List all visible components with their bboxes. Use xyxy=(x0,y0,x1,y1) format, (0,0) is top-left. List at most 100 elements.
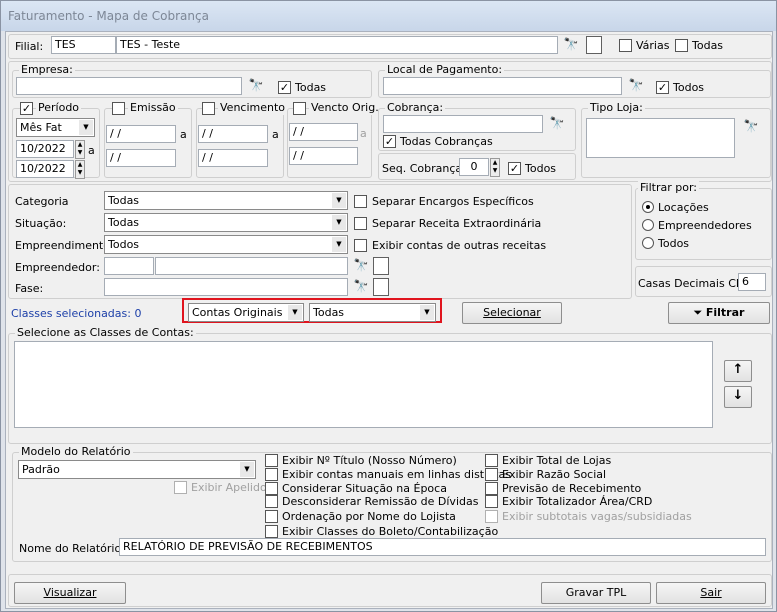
binoculars-icon[interactable]: 🔭 xyxy=(246,76,266,96)
fase-input[interactable] xyxy=(104,278,348,296)
emissao-legend: Emissão xyxy=(128,101,178,115)
gravar-tpl-button[interactable]: Gravar TPL xyxy=(541,582,651,604)
empreendedor-name-input[interactable] xyxy=(155,257,348,275)
binoculars-icon[interactable]: 🔭 xyxy=(741,117,761,137)
emissao-to-input[interactable]: / / xyxy=(106,149,176,167)
vencimento-from-input[interactable]: / / xyxy=(198,125,268,143)
periodo-to-input[interactable]: 10/2022 xyxy=(16,160,74,178)
emissao-a-label: a xyxy=(180,128,187,141)
empreendimento-combo[interactable]: Todos ▼ xyxy=(104,235,348,254)
document-icon[interactable] xyxy=(586,36,602,54)
classes-list[interactable] xyxy=(14,341,713,428)
classes-todas-combo[interactable]: Todas ▼ xyxy=(309,303,436,322)
visualizar-label: Visualizar xyxy=(43,586,97,599)
separar-receita-checkbox[interactable] xyxy=(354,217,367,230)
chevron-down-icon: ▼ xyxy=(420,305,434,320)
vencto-orig-group xyxy=(287,108,372,178)
separar-encargos-checkbox[interactable] xyxy=(354,195,367,208)
radio-locacoes[interactable] xyxy=(642,201,654,213)
opt-left-5-checkbox[interactable] xyxy=(265,525,278,538)
situacao-combo[interactable]: Todas ▼ xyxy=(104,213,348,232)
seq-todos-label: Todos xyxy=(525,162,557,175)
visualizar-button[interactable]: Visualizar xyxy=(14,582,126,604)
filtrar-button[interactable]: ⏷ Filtrar xyxy=(668,302,770,324)
vencto-orig-legend: Vencto Orig. xyxy=(309,101,381,115)
categoria-combo[interactable]: Todas ▼ xyxy=(104,191,348,210)
emissao-from-input[interactable]: / / xyxy=(106,125,176,143)
nome-relatorio-input[interactable]: RELATÓRIO DE PREVISÃO DE RECEBIMENTOS xyxy=(119,538,766,556)
chevron-down-icon: ▼ xyxy=(79,120,93,135)
binoculars-icon[interactable]: 🔭 xyxy=(626,76,646,96)
exibir-outras-checkbox[interactable] xyxy=(354,239,367,252)
filtrar-por-legend: Filtrar por: xyxy=(638,181,699,195)
vencimento-group xyxy=(196,108,284,178)
opt-left-4-label: Ordenação por Nome do Lojista xyxy=(282,510,456,523)
opt-left-4-checkbox[interactable] xyxy=(265,510,278,523)
vencto-orig-checkbox[interactable] xyxy=(293,102,306,115)
chevron-down-icon: ▼ xyxy=(332,215,346,230)
seq-todos-checkbox[interactable]: ✓ xyxy=(508,162,521,175)
vencimento-legend: Vencimento xyxy=(218,101,288,115)
cobranca-legend: Cobrança: xyxy=(385,101,446,115)
binoculars-icon[interactable]: 🔭 xyxy=(351,277,371,297)
binoculars-icon[interactable]: 🔭 xyxy=(547,114,567,134)
document-icon[interactable] xyxy=(373,257,389,275)
nome-relatorio-label: Nome do Relatório: xyxy=(19,542,125,555)
opt-left-2-checkbox[interactable] xyxy=(265,482,278,495)
empreendedor-code-input[interactable] xyxy=(104,257,154,275)
document-icon[interactable] xyxy=(373,278,389,296)
periodo-from-spinner[interactable]: ▲ ▼ xyxy=(75,140,85,159)
binoculars-icon[interactable]: 🔭 xyxy=(351,256,371,276)
seq-cobranca-input[interactable]: 0 xyxy=(459,158,489,176)
periodo-checkbox[interactable]: ✓ xyxy=(20,102,33,115)
opt-left-0-checkbox[interactable] xyxy=(265,454,278,467)
modelo-combo[interactable]: Padrão ▼ xyxy=(18,460,256,479)
opt-right-4-checkbox[interactable] xyxy=(485,510,498,523)
exibir-apelido-checkbox[interactable] xyxy=(174,481,187,494)
opt-left-1-checkbox[interactable] xyxy=(265,468,278,481)
opt-right-2-label: Previsão de Recebimento xyxy=(502,482,642,495)
local-pagamento-input[interactable] xyxy=(383,77,622,95)
opt-right-2-checkbox[interactable] xyxy=(485,482,498,495)
selecionar-label: Selecionar xyxy=(483,306,541,319)
opt-left-3-checkbox[interactable] xyxy=(265,495,278,508)
vencto-orig-to-input[interactable]: / / xyxy=(289,147,358,165)
varias-label: Várias xyxy=(636,39,670,52)
move-down-button[interactable]: ↓ xyxy=(724,386,752,408)
contas-origem-combo[interactable]: Contas Originais ▼ xyxy=(188,303,304,322)
sair-button[interactable]: Sair xyxy=(656,582,766,604)
periodo-combo[interactable]: Mês Fat ▼ xyxy=(16,118,95,137)
emissao-checkbox[interactable] xyxy=(112,102,125,115)
filial-name-input[interactable]: TES - Teste xyxy=(116,36,558,54)
opt-right-1-checkbox[interactable] xyxy=(485,468,498,481)
radio-empreendedores[interactable] xyxy=(642,219,654,231)
cobranca-input[interactable] xyxy=(383,115,543,133)
binoculars-icon[interactable]: 🔭 xyxy=(561,35,581,55)
filial-code-input[interactable]: TES xyxy=(51,36,116,54)
move-up-button[interactable]: ↑ xyxy=(724,360,752,382)
radio-todos[interactable] xyxy=(642,237,654,249)
empresa-todas-checkbox[interactable]: ✓ xyxy=(278,81,291,94)
varias-checkbox[interactable] xyxy=(619,39,632,52)
seq-cobranca-spinner[interactable]: ▲ ▼ xyxy=(490,158,500,177)
vencimento-checkbox[interactable] xyxy=(202,102,215,115)
vencto-orig-from-input[interactable]: / / xyxy=(289,123,358,141)
vencimento-to-input[interactable]: / / xyxy=(198,149,268,167)
tipo-loja-legend: Tipo Loja: xyxy=(588,101,645,115)
opt-right-0-checkbox[interactable] xyxy=(485,454,498,467)
casas-input[interactable]: 6 xyxy=(738,273,766,291)
opt-right-4-label: Exibir subtotais vagas/subsidiadas xyxy=(502,510,692,523)
local-todos-checkbox[interactable]: ✓ xyxy=(656,81,669,94)
selecionar-button[interactable]: Selecionar xyxy=(462,302,562,324)
opt-right-3-checkbox[interactable] xyxy=(485,495,498,508)
empresa-input[interactable] xyxy=(16,77,242,95)
todas-cobrancas-checkbox[interactable]: ✓ xyxy=(383,135,396,148)
radio-todos-label: Todos xyxy=(658,237,690,250)
todas-filial-checkbox[interactable] xyxy=(675,39,688,52)
exibir-apelido-label: Exibir Apelido xyxy=(191,481,267,494)
opt-right-3-label: Exibir Totalizador Área/CRD xyxy=(502,495,653,508)
periodo-to-spinner[interactable]: ▲ ▼ xyxy=(75,160,85,179)
periodo-from-input[interactable]: 10/2022 xyxy=(16,140,74,158)
categoria-label: Categoria xyxy=(15,195,69,208)
tipo-loja-list[interactable] xyxy=(586,118,735,158)
